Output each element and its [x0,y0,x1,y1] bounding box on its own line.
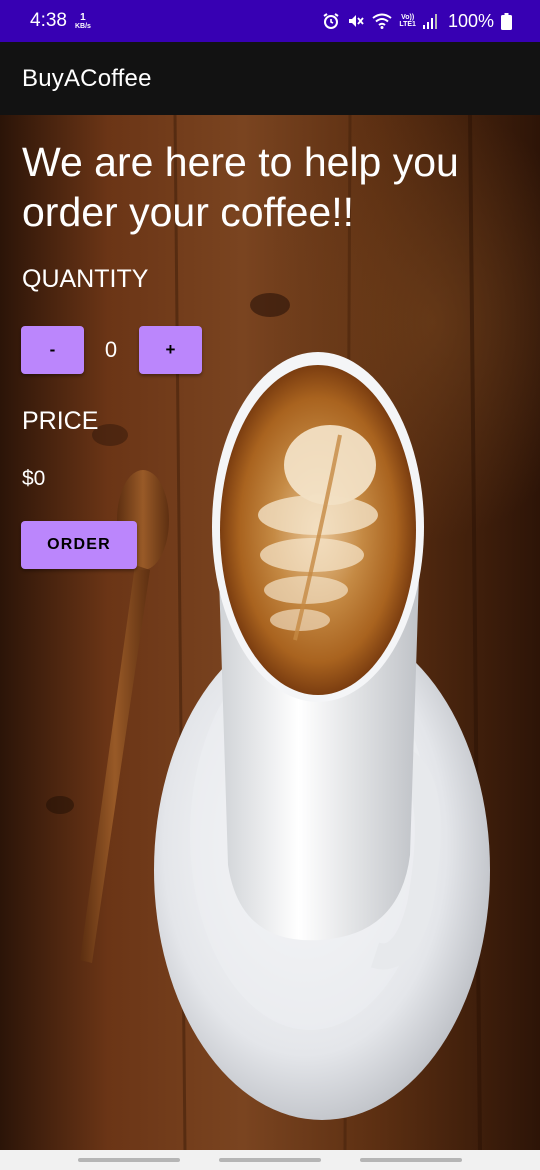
quantity-label: QUANTITY [22,265,149,293]
price-value: $0 [22,467,46,490]
home-nav-handle[interactable] [219,1158,321,1162]
system-navigation-bar [0,1150,540,1170]
status-right: Vo)) LTE1 100% [322,11,512,32]
battery-percentage: 100% [447,10,494,31]
headline: We are here to help you order your coffe… [22,139,459,235]
volte-icon: Vo)) LTE1 [399,14,416,28]
status-bar: 4:38 1 KB/s Vo)) LTE1 100% [0,0,540,42]
increment-button[interactable]: + [139,326,202,374]
back-nav-handle[interactable] [360,1158,462,1162]
net-speed-indicator: 1 KB/s [74,11,91,30]
net-speed-unit: KB/s [74,22,91,30]
volte-top-label: Vo)) [401,14,415,21]
alarm-icon [322,12,340,30]
quantity-value: 0 [104,337,118,362]
wifi-icon [372,13,392,29]
battery-icon [501,12,512,30]
decrement-button[interactable]: - [21,326,84,374]
order-button[interactable]: ORDER [21,521,137,569]
app-bar: BuyACoffee [0,42,540,115]
status-left: 4:38 1 KB/s [30,10,91,32]
app-title: BuyACoffee [22,64,152,92]
status-time: 4:38 [30,10,67,31]
net-speed-value: 1 [80,11,86,23]
mute-icon [347,12,365,30]
signal-icon [422,13,437,29]
volte-bottom-label: LTE1 [399,21,416,28]
main-content: We are here to help you order your coffe… [0,115,540,1150]
recents-nav-handle[interactable] [78,1158,180,1162]
price-label: PRICE [22,407,99,435]
